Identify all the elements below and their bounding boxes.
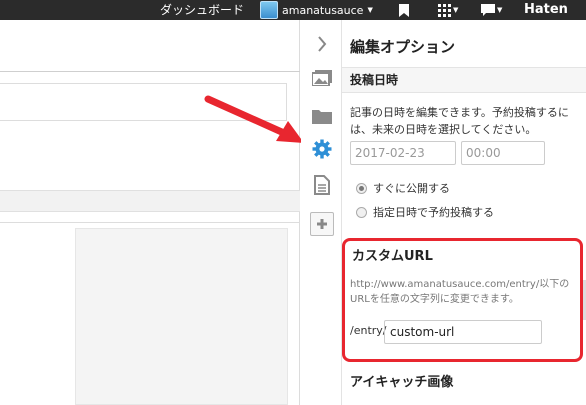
publish-now-label: すぐに公開する bbox=[373, 182, 450, 195]
schedule-radio[interactable]: 指定日時で予約投稿する bbox=[356, 204, 494, 220]
edit-options-panel: 編集オプション 投稿日時 記事の日時を編集できます。予約投稿するには、未来の日時… bbox=[341, 20, 586, 405]
editor-area bbox=[0, 20, 300, 405]
editor-toolbar bbox=[0, 190, 300, 212]
custom-url-input[interactable]: custom-url bbox=[384, 320, 542, 344]
avatar bbox=[260, 1, 278, 19]
user-name: amanatusauce bbox=[282, 3, 364, 17]
post-date-description: 記事の日時を編集できます。予約投稿するには、未来の日時を選択してください。 bbox=[350, 106, 569, 136]
plus-icon[interactable] bbox=[310, 212, 334, 236]
time-field[interactable]: 00:00 bbox=[461, 141, 545, 165]
grid-menu-icon[interactable]: ▼ bbox=[438, 0, 458, 20]
publish-now-radio[interactable]: すぐに公開する bbox=[356, 180, 450, 196]
divider bbox=[0, 71, 300, 72]
dashboard-link[interactable]: ダッシュボード bbox=[160, 0, 244, 20]
custom-url-description: http://www.amanatusauce.com/entry/以下のURL… bbox=[350, 279, 570, 305]
date-field[interactable]: 2017-02-23 bbox=[350, 141, 456, 165]
schedule-label: 指定日時で予約投稿する bbox=[373, 206, 494, 219]
user-menu[interactable]: amanatusauce ▼ bbox=[260, 0, 373, 20]
folder-icon[interactable] bbox=[310, 104, 334, 128]
custom-url-prefix: /entry/ bbox=[350, 324, 387, 337]
top-bar: ダッシュボード amanatusauce ▼ ▼ ▼ Haten bbox=[0, 0, 586, 20]
editor-preview-column bbox=[75, 228, 288, 405]
gear-icon[interactable] bbox=[310, 137, 334, 161]
caret-down-icon: ▼ bbox=[367, 6, 373, 14]
panel-title: 編集オプション bbox=[350, 38, 456, 56]
post-date-heading: 投稿日時 bbox=[342, 67, 586, 93]
radio-unselected-icon bbox=[356, 206, 367, 218]
custom-url-heading: カスタムURL bbox=[352, 249, 433, 264]
images-icon[interactable] bbox=[310, 66, 334, 90]
chevron-right-icon[interactable] bbox=[310, 32, 334, 56]
document-icon[interactable] bbox=[310, 173, 334, 197]
notification-icon[interactable]: ▼ bbox=[481, 0, 502, 20]
arrow-annotation bbox=[204, 95, 304, 143]
brand-logo[interactable]: Haten bbox=[524, 0, 568, 20]
radio-selected-icon bbox=[356, 182, 367, 194]
bookmark-icon[interactable] bbox=[399, 0, 409, 20]
icon-rail bbox=[301, 20, 341, 405]
eyecatch-heading: アイキャッチ画像 bbox=[350, 375, 454, 390]
